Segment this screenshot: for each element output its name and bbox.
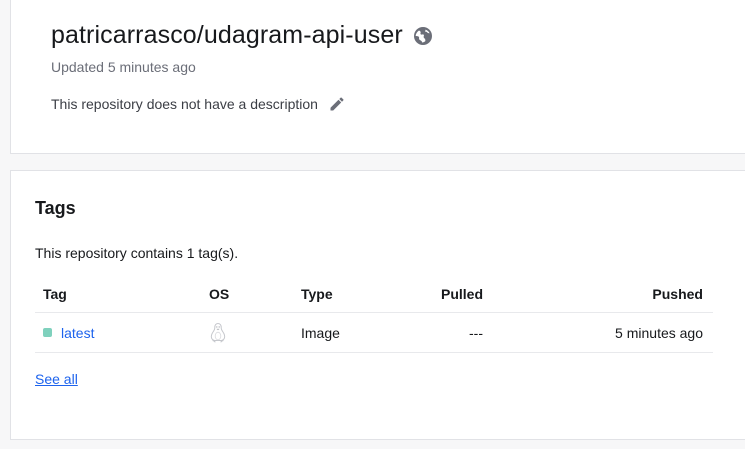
globe-icon — [413, 26, 433, 46]
repository-header-card: patricarrasco/udagram-api-user Updated 5… — [10, 0, 745, 154]
see-all-link[interactable]: See all — [35, 371, 78, 387]
pulled-cell: --- — [469, 324, 483, 341]
updated-timestamp: Updated 5 minutes ago — [51, 59, 196, 75]
table-header-row: Tag OS Type Pulled Pushed — [35, 275, 713, 313]
column-header-pushed: Pushed — [652, 285, 703, 302]
repo-title: patricarrasco/udagram-api-user — [51, 21, 403, 49]
column-header-type: Type — [301, 285, 333, 302]
tag-link-latest[interactable]: latest — [61, 325, 94, 341]
tag-cell: latest — [43, 313, 94, 352]
pencil-icon[interactable] — [328, 95, 346, 113]
pushed-cell: 5 minutes ago — [615, 324, 703, 341]
os-cell — [209, 313, 227, 352]
tags-heading: Tags — [35, 198, 76, 218]
description-row: This repository does not have a descript… — [51, 95, 346, 113]
repo-description: This repository does not have a descript… — [51, 96, 318, 112]
linux-icon — [209, 322, 227, 344]
tags-table: Tag OS Type Pulled Pushed latest Image -… — [35, 275, 713, 353]
type-cell: Image — [301, 324, 340, 341]
repo-title-row: patricarrasco/udagram-api-user — [51, 21, 433, 50]
tag-status-dot — [43, 328, 52, 337]
column-header-pulled: Pulled — [440, 285, 483, 302]
tags-summary: This repository contains 1 tag(s). — [35, 245, 239, 261]
column-header-os: OS — [209, 285, 230, 302]
table-row: latest Image --- 5 minutes ago — [35, 313, 713, 353]
tags-card: Tags This repository contains 1 tag(s). … — [10, 170, 745, 440]
column-header-tag: Tag — [43, 285, 67, 302]
